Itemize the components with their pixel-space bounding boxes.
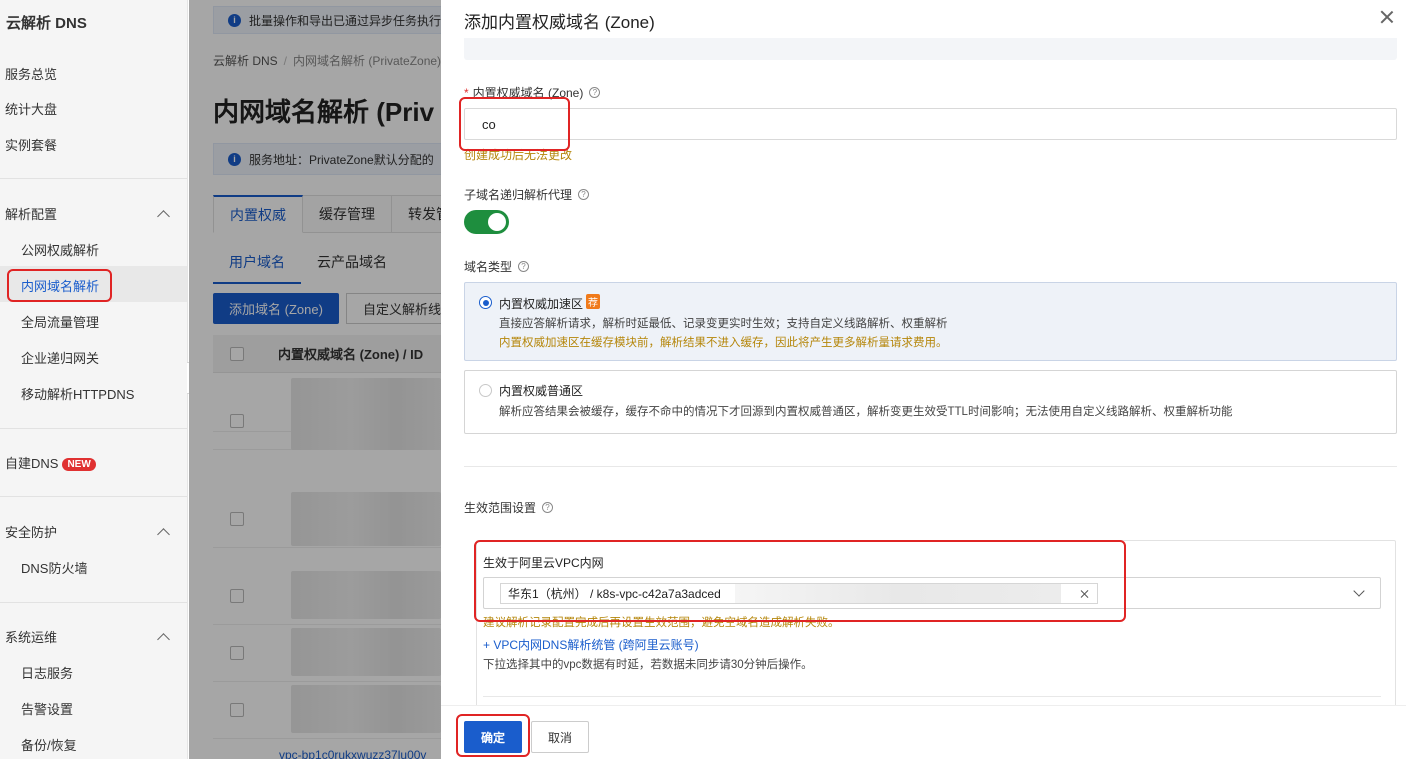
option-normal-zone[interactable]: 内置权威普通区 解析应答结果会被缓存，缓存不命中的情况下才回源到内置权威普通区，… — [464, 370, 1397, 434]
add-zone-drawer: 添加内置权威域名 (Zone) * 内置权威域名 (Zone) ? co 创建成… — [441, 0, 1406, 759]
sidebar: 云解析 DNS 服务总览 统计大盘 实例套餐 解析配置 公网权威解析 内网域名解… — [0, 0, 188, 759]
sidebar-item-public-dns[interactable]: 公网权威解析 — [21, 240, 99, 259]
option-description: 解析应答结果会被缓存，缓存不命中的情况下才回源到内置权威普通区，解析变更生效受T… — [499, 406, 1233, 418]
scope-label-text: 生效范围设置 — [464, 501, 537, 515]
drawer-title: 添加内置权威域名 (Zone) — [464, 13, 655, 32]
sidebar-divider — [0, 496, 187, 497]
toggle-knob — [488, 213, 506, 231]
option-accelerated-zone[interactable]: 内置权威加速区荐 直接应答解析请求，解析时延最低、记录变更实时生效；支持自定义线… — [464, 282, 1397, 361]
zone-field-label: * 内置权威域名 (Zone) ? — [464, 84, 601, 101]
vpc-tag: 华东1（杭州） / k8s-vpc-c42a7a3adced — [500, 583, 1073, 604]
scope-field-label: 生效范围设置 ? — [464, 499, 554, 516]
help-icon[interactable]: ? — [589, 87, 601, 98]
sidebar-divider — [0, 178, 187, 179]
modal-overlay[interactable] — [189, 0, 441, 759]
new-badge: NEW — [62, 458, 96, 471]
chevron-up-icon — [157, 208, 169, 220]
option-title: 内置权威普通区 — [499, 384, 584, 398]
sidebar-group-security[interactable]: 安全防护 — [5, 522, 169, 541]
close-icon[interactable] — [1380, 10, 1394, 24]
drawer-footer: 确定 取消 — [441, 705, 1406, 759]
zone-label-text: 内置权威域名 (Zone) — [472, 86, 584, 100]
sidebar-item-httpdns[interactable]: 移动解析HTTPDNS — [21, 384, 134, 403]
section-divider — [464, 466, 1397, 467]
sidebar-divider — [0, 602, 187, 603]
vpc-select[interactable]: 华东1（杭州） / k8s-vpc-c42a7a3adced — [483, 577, 1381, 609]
recursion-toggle[interactable] — [464, 210, 509, 234]
recursion-label-text: 子域名递归解析代理 — [464, 188, 573, 202]
sidebar-item-dns-firewall[interactable]: DNS防火墙 — [21, 558, 87, 577]
sidebar-item-alerts[interactable]: 告警设置 — [21, 699, 73, 718]
sidebar-item-recursive-gateway[interactable]: 企业递归网关 — [21, 348, 99, 367]
radio-normal[interactable] — [479, 384, 492, 397]
scope-note: 下拉选择其中的vpc数据有时延，若数据未同步请30分钟后操作。 — [483, 659, 813, 671]
tag-remove-icon[interactable] — [1072, 583, 1098, 604]
blurred-content — [735, 584, 1061, 603]
sidebar-item-private-zone[interactable]: 内网域名解析 — [21, 276, 99, 295]
required-marker: * — [464, 85, 469, 100]
chevron-up-icon — [157, 526, 169, 538]
vpc-tag-label: 华东1（杭州） / k8s-vpc-c42a7a3adced — [508, 587, 721, 601]
chevron-down-icon[interactable] — [1354, 588, 1364, 598]
sidebar-item-instances[interactable]: 实例套餐 — [5, 135, 57, 154]
help-icon[interactable]: ? — [578, 189, 590, 200]
drawer-notice-strip — [464, 38, 1397, 60]
sidebar-title: 云解析 DNS — [6, 15, 87, 32]
help-icon[interactable]: ? — [542, 502, 554, 513]
zone-name-input[interactable]: co — [464, 108, 1397, 140]
chevron-up-icon — [157, 631, 169, 643]
option-title: 内置权威加速区荐 — [499, 294, 601, 312]
sidebar-item-backup[interactable]: 备份/恢复 — [21, 735, 77, 754]
zone-type-label-text: 域名类型 — [464, 260, 513, 274]
vpc-dns-manage-link[interactable]: + VPC内网DNS解析统管 (跨阿里云账号) — [483, 636, 699, 653]
zone-input-hint: 创建成功后无法更改 — [464, 148, 573, 162]
recursion-field-label: 子域名递归解析代理 ? — [464, 186, 590, 203]
sidebar-item-label: 自建DNS — [5, 456, 59, 471]
scope-hint: 建议解析记录配置完成后再设置生效范围，避免空域名造成解析失败。 — [483, 617, 840, 629]
option-title-text: 内置权威加速区 — [499, 297, 584, 311]
scope-settings-panel: 生效于阿里云VPC内网 华东1（杭州） / k8s-vpc-c42a7a3adc… — [476, 540, 1396, 710]
recommend-badge: 荐 — [586, 294, 601, 309]
sidebar-group-ops[interactable]: 系统运维 — [5, 627, 169, 646]
option-warning: 内置权威加速区在缓存模块前，解析结果不进入缓存，因此将产生更多解析量请求费用。 — [499, 337, 948, 349]
sidebar-group-label: 解析配置 — [5, 207, 58, 222]
sidebar-item-self-dns[interactable]: 自建DNS NEW — [5, 453, 96, 472]
scope-vpc-title: 生效于阿里云VPC内网 — [483, 556, 604, 570]
sidebar-item-logs[interactable]: 日志服务 — [21, 663, 73, 682]
sidebar-group-label: 安全防护 — [5, 525, 58, 540]
section-divider — [483, 696, 1381, 697]
radio-accelerated[interactable] — [479, 296, 492, 309]
sidebar-group-label: 系统运维 — [5, 630, 58, 645]
sidebar-divider — [0, 428, 187, 429]
zone-type-label: 域名类型 ? — [464, 258, 530, 275]
sidebar-item-gtm[interactable]: 全局流量管理 — [21, 312, 99, 331]
sidebar-group-resolve[interactable]: 解析配置 — [5, 204, 169, 223]
confirm-button[interactable]: 确定 — [464, 721, 522, 753]
cancel-button[interactable]: 取消 — [531, 721, 589, 753]
help-icon[interactable]: ? — [518, 261, 530, 272]
sidebar-item-dashboard[interactable]: 统计大盘 — [5, 99, 57, 118]
option-description: 直接应答解析请求，解析时延最低、记录变更实时生效；支持自定义线路解析、权重解析 — [499, 318, 948, 330]
sidebar-item-overview[interactable]: 服务总览 — [5, 64, 57, 83]
